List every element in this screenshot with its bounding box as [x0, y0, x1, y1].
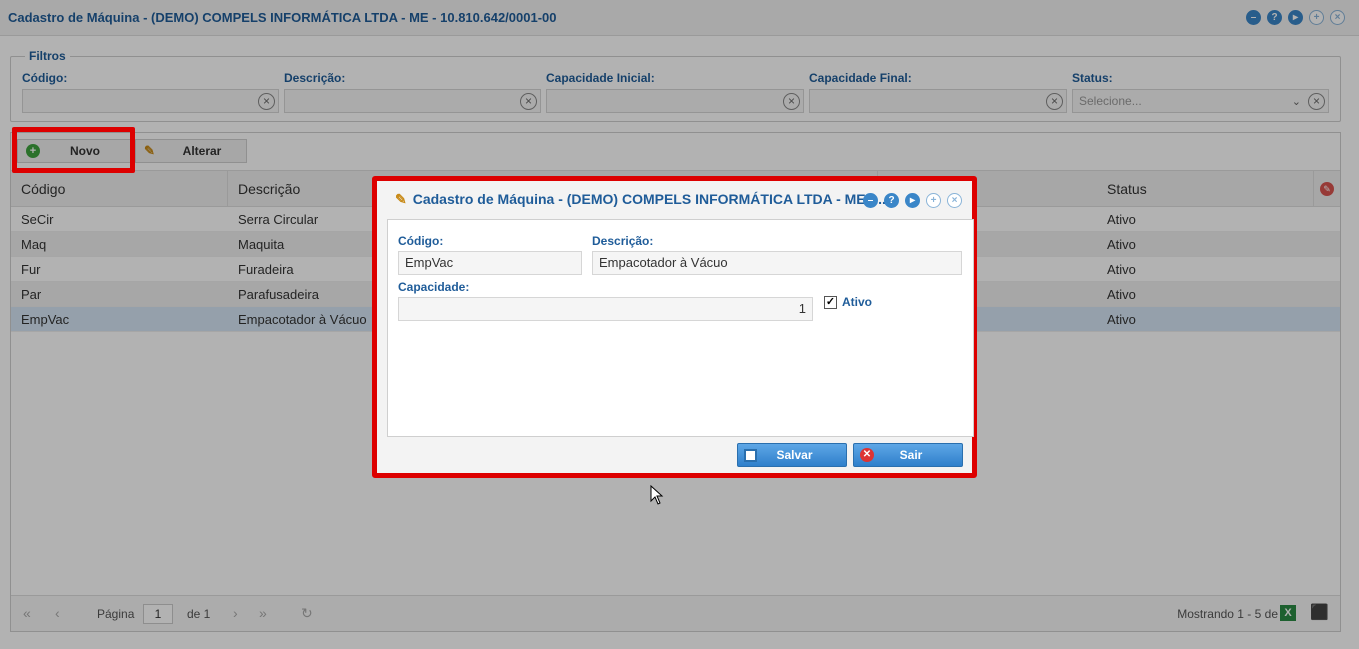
dialog-title: Cadastro de Máquina - (DEMO) COMPELS INF… [412, 191, 886, 207]
ativo-checkbox[interactable]: ✓ [824, 295, 837, 309]
dialog-codigo-field: Código: EmpVac [398, 234, 582, 275]
dialog-descricao-field: Descrição: Empacotador à Vácuo [592, 234, 962, 275]
ativo-label: Ativo [842, 295, 872, 309]
dialog-title-bar: ✎ Cadastro de Máquina - (DEMO) COMPELS I… [377, 181, 972, 217]
dialog-capacidade-label: Capacidade: [398, 280, 470, 294]
dialog-descricao-label: Descrição: [592, 234, 654, 248]
exit-button-label: Sair [899, 448, 923, 462]
cadastro-dialog: ✎ Cadastro de Máquina - (DEMO) COMPELS I… [372, 176, 977, 478]
help-icon[interactable]: ? [884, 193, 899, 208]
dialog-codigo-input[interactable]: EmpVac [398, 251, 582, 275]
dialog-capacidade-input[interactable]: 1 [398, 297, 813, 321]
save-icon [744, 448, 757, 462]
save-button-label: Salvar [776, 448, 813, 462]
novo-highlight [12, 127, 135, 173]
dialog-body: Código: EmpVac Descrição: Empacotador à … [387, 219, 974, 437]
dialog-capacidade-field: Capacidade: 1 [398, 280, 813, 321]
dialog-tools: – ? ▸ + × [863, 193, 962, 208]
ativo-checkbox-wrap[interactable]: ✓ Ativo [824, 295, 872, 309]
save-button[interactable]: Salvar [737, 443, 847, 467]
minimize-icon[interactable]: – [863, 193, 878, 208]
play-icon[interactable]: ▸ [905, 193, 920, 208]
exit-button[interactable]: ✕ Sair [853, 443, 963, 467]
close-icon[interactable]: × [947, 193, 962, 208]
pencil-icon: ✎ [395, 191, 407, 207]
maximize-icon[interactable]: + [926, 193, 941, 208]
close-circle-icon: ✕ [860, 448, 874, 462]
mouse-cursor-icon [650, 485, 664, 505]
dialog-codigo-label: Código: [398, 234, 444, 248]
dialog-descricao-input[interactable]: Empacotador à Vácuo [592, 251, 962, 275]
